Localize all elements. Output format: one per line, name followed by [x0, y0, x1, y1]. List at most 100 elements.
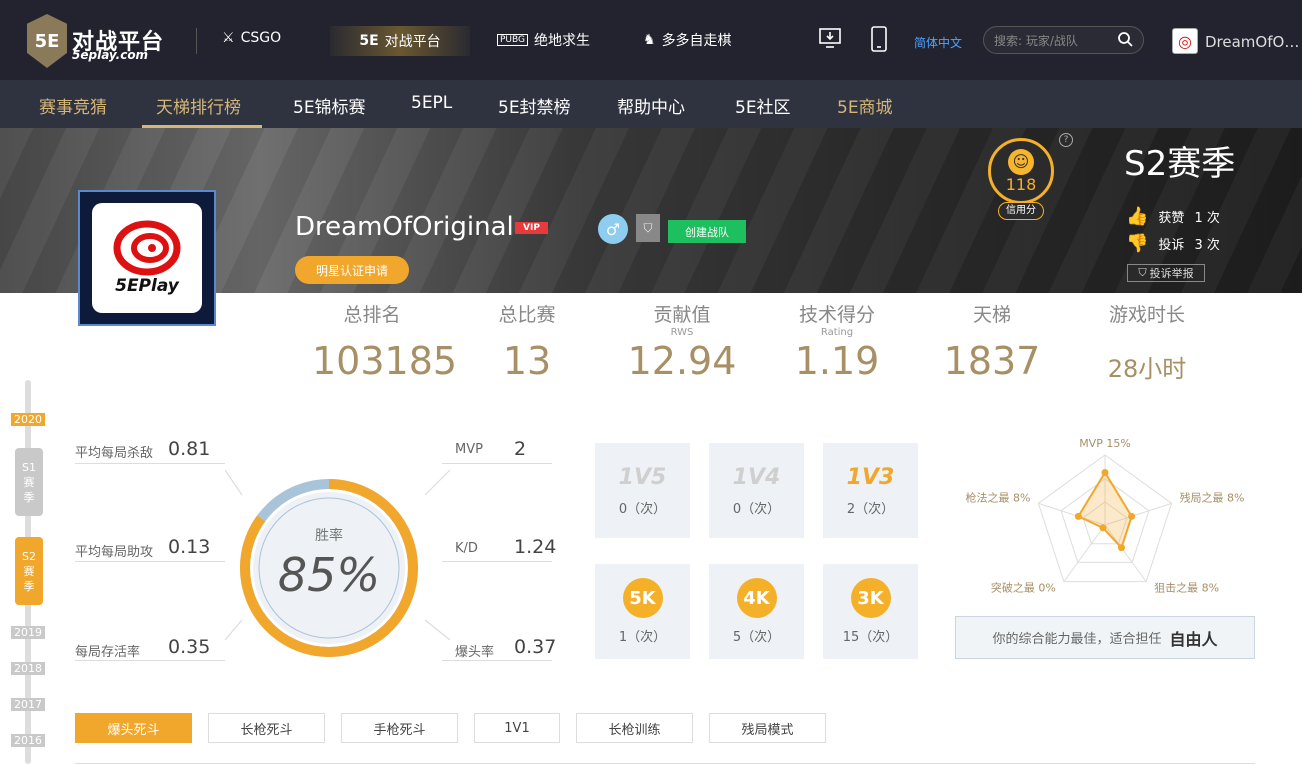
achievement-count: 0（次） [618, 501, 667, 517]
3k-badge-icon: 3K [850, 578, 891, 618]
radar-label: 枪法之最 8% [965, 490, 1030, 504]
user-avatar-small[interactable]: ◎ [1172, 28, 1198, 54]
radar-axis [1063, 524, 1106, 582]
credit-score-value: 118 [1005, 174, 1037, 194]
game-link-chess[interactable]: ♞ 多多自走棋 [643, 30, 732, 50]
create-team-button[interactable]: 创建战队 [668, 220, 746, 243]
ability-text: 你的综合能力最佳，适合担任 [992, 632, 1162, 647]
year-2016[interactable]: 2016 [11, 734, 45, 747]
profile-username: DreamOfOriginal [295, 212, 514, 242]
winrate-value: 85% [277, 548, 381, 602]
year-2017[interactable]: 2017 [11, 698, 45, 711]
season-s1-line: 季 [23, 490, 35, 504]
1v4-badge-icon: 1V4 [732, 464, 781, 490]
game-label: 多多自走棋 [661, 33, 732, 49]
stat-value: 28小时 [1107, 355, 1187, 383]
language-selector[interactable]: 简体中文 [914, 34, 962, 51]
nav-item-ladder[interactable]: 天梯排行榜 [156, 93, 241, 118]
tab-rifle-deathmatch[interactable]: 长枪死斗 [208, 713, 325, 743]
kd-value: 1.24 [514, 536, 557, 558]
nav-item-5epl[interactable]: 5EPL [411, 93, 452, 113]
game-link-pubg[interactable]: PUBG 绝地求生 [497, 30, 590, 50]
tab-rifle-training[interactable]: 长枪训练 [576, 713, 693, 743]
main-nav: 赛事竞猜 天梯排行榜 5E锦标赛 5EPL 5E封禁榜 帮助中心 5E社区 5E… [0, 80, 1302, 128]
achievement-1v3: 1V3 2（次） [823, 443, 918, 538]
logo-subtitle: 5eplay.com [72, 48, 149, 62]
stat-sublabel [932, 327, 1052, 339]
stat-value: 1.19 [794, 339, 880, 383]
season-s2[interactable]: S2 赛 季 [15, 537, 43, 605]
tab-headshot-deathmatch[interactable]: 爆头死斗 [75, 713, 192, 743]
year-2019[interactable]: 2019 [11, 626, 45, 639]
help-icon[interactable]: ? [1059, 133, 1073, 147]
stat-value: 103185 [312, 339, 458, 383]
credit-score-label: 信用分 [998, 202, 1044, 220]
nav-item-ban-list[interactable]: 5E封禁榜 [498, 93, 571, 118]
likes-count: 👍 获赞 1 次 [1126, 206, 1220, 227]
report-button[interactable]: ⛉ 投诉举报 [1127, 264, 1205, 282]
achievement-1v5: 1V5 0（次） [595, 443, 690, 538]
search-icon[interactable] [1117, 31, 1133, 50]
nav-item-community[interactable]: 5E社区 [735, 93, 791, 118]
achievement-3k: 3K 15（次） [823, 564, 918, 659]
star-certification-button[interactable]: 明星认证申请 [295, 256, 409, 284]
game-link-csgo[interactable]: ⚔ CSGO [222, 30, 281, 46]
kills-label: 平均每局杀敌 [75, 446, 154, 461]
nav-item-championship[interactable]: 5E锦标赛 [293, 93, 366, 118]
ability-role: 自由人 [1169, 629, 1218, 649]
assists-label: 平均每局助攻 [75, 545, 154, 560]
ability-summary: 你的综合能力最佳，适合担任 自由人 [955, 616, 1255, 659]
radar-label: 突破之最 0% [991, 581, 1056, 595]
stat-value: 13 [502, 339, 552, 383]
season-s2-line: S2 [22, 549, 36, 563]
season-s1[interactable]: S1 赛 季 [15, 448, 43, 516]
ability-radar-chart: MVP 15% 残局之最 8% 狙击之最 8% 突破之最 0% 枪法之最 8% [965, 437, 1245, 595]
achievement-count: 5（次） [732, 630, 781, 645]
profile-avatar: 5EPlay [78, 190, 216, 326]
5e-logo-icon[interactable]: 5E [27, 14, 67, 68]
radar-label: MVP 15% [1079, 437, 1131, 450]
nav-item-help[interactable]: 帮助中心 [617, 93, 685, 118]
radar-point [1128, 512, 1136, 520]
stat-ladder: 天梯 1837 [932, 300, 1052, 383]
divider [196, 28, 197, 54]
achievement-count: 2（次） [846, 501, 895, 517]
shield-icon: ⛉ [1138, 266, 1147, 279]
radar-label: 残局之最 8% [1180, 490, 1245, 504]
game-link-5e[interactable]: 5E 对战平台 [330, 26, 470, 56]
radar-point [1074, 512, 1082, 520]
stat-value: 12.94 [627, 339, 737, 383]
radar-point [1117, 544, 1125, 552]
stat-sublabel [312, 327, 432, 339]
mobile-icon[interactable] [870, 26, 888, 57]
search-input[interactable]: 搜索: 玩家/战队 [983, 26, 1144, 54]
stat-label: 天梯 [972, 304, 1011, 326]
vip-badge: VIP [515, 222, 548, 234]
achievement-count: 0（次） [732, 501, 781, 517]
5e-icon: 5E [359, 33, 379, 49]
tab-1v1[interactable]: 1V1 [474, 713, 560, 743]
game-label: 绝地求生 [534, 33, 591, 49]
headshot-value: 0.37 [514, 636, 557, 658]
top-bar: 5E 对战平台 5eplay.com ⚔ CSGO 5E 对战平台 PUBG 绝… [0, 0, 1302, 80]
stat-label: 总排名 [343, 304, 401, 326]
likes-value: 1 次 [1194, 211, 1220, 226]
complaints-count: 👎 投诉 3 次 [1126, 233, 1220, 254]
game-label: 对战平台 [384, 34, 441, 50]
report-label: 投诉举报 [1149, 267, 1194, 280]
year-2020[interactable]: 2020 [11, 413, 45, 426]
desktop-download-icon[interactable] [818, 26, 842, 55]
winrate-label: 胜率 [315, 528, 343, 544]
year-2018[interactable]: 2018 [11, 662, 45, 675]
thumbs-up-icon: 👍 [1126, 206, 1149, 227]
achievement-5k: 5K 1（次） [595, 564, 690, 659]
achievement-4k: 4K 5（次） [709, 564, 804, 659]
tab-pistol-deathmatch[interactable]: 手枪死斗 [341, 713, 458, 743]
nav-item-store[interactable]: 5E商城 [837, 93, 893, 118]
nav-item-guess[interactable]: 赛事竞猜 [39, 93, 107, 118]
1v5-badge-icon: 1V5 [618, 464, 667, 490]
achievement-count: 15（次） [842, 630, 899, 645]
season-s2-line: 赛 [23, 564, 35, 578]
tab-endgame-mode[interactable]: 残局模式 [709, 713, 826, 743]
user-name-top[interactable]: DreamOfOriginal [1205, 33, 1300, 51]
